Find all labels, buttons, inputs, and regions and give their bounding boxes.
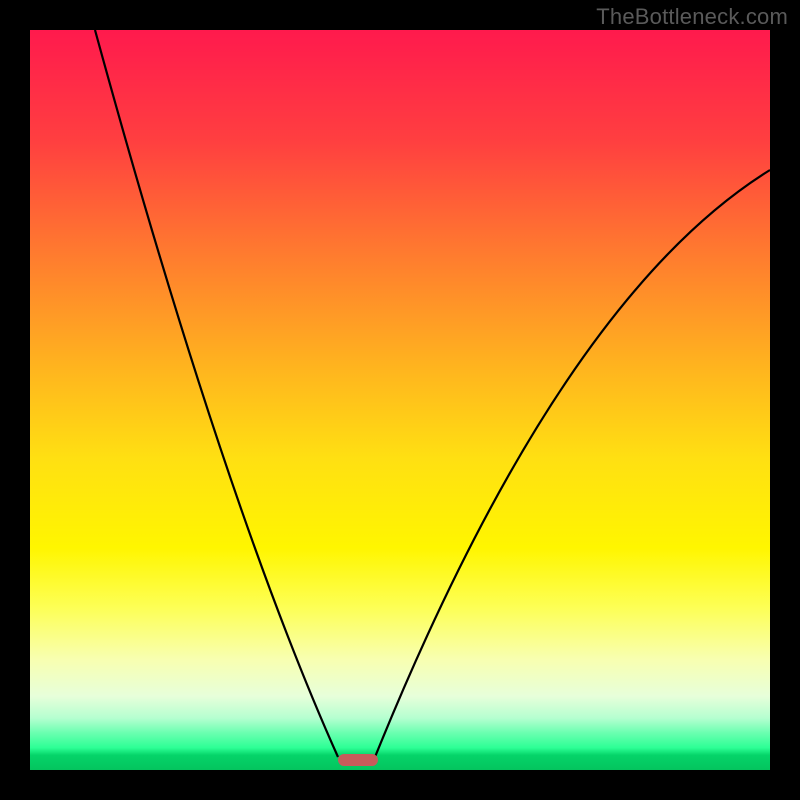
curve-right-branch bbox=[375, 170, 770, 757]
curve-left-branch bbox=[95, 30, 338, 757]
chart-curves-svg bbox=[30, 30, 770, 770]
optimum-marker bbox=[338, 754, 378, 766]
chart-plot-area bbox=[30, 30, 770, 770]
watermark-text: TheBottleneck.com bbox=[596, 4, 788, 30]
